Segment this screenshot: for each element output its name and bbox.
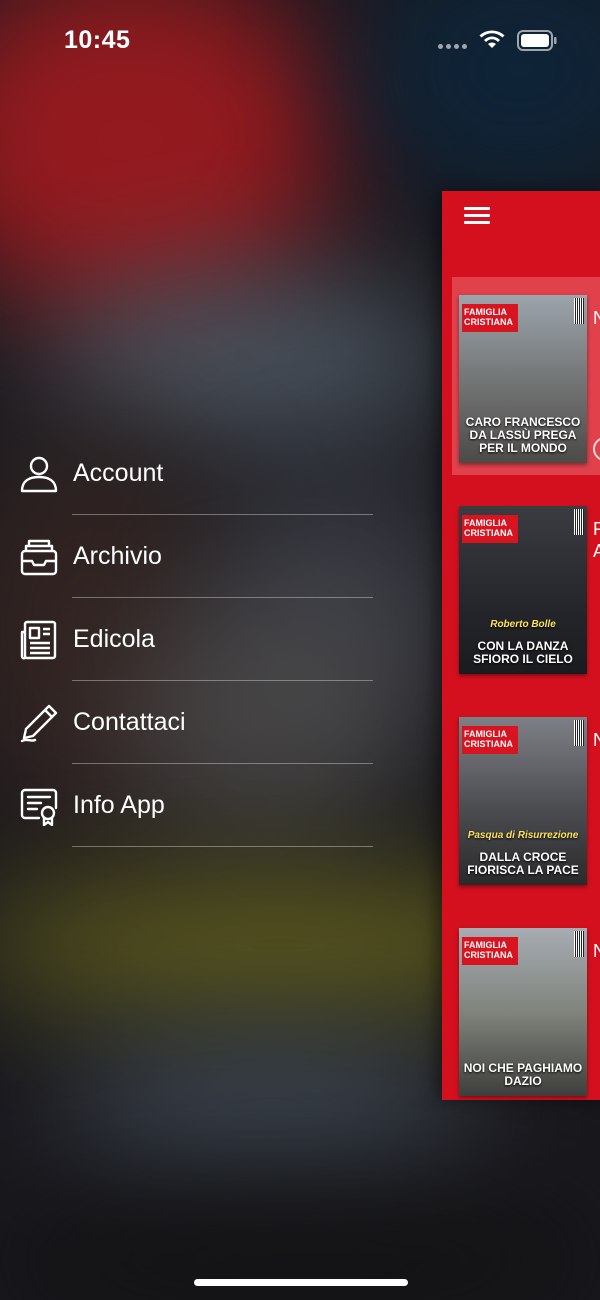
menu-item-edicola[interactable]: Edicola <box>0 598 380 681</box>
magazine-cover: FAMIGLIA CRISTIANA Roberto Bolle CON LA … <box>459 506 587 674</box>
issue-card[interactable]: FAMIGLIA CRISTIANA Pasqua di Risurrezion… <box>452 699 600 897</box>
issue-card[interactable]: FAMIGLIA CRISTIANA Roberto Bolle CON LA … <box>452 488 600 686</box>
hamburger-menu-icon[interactable] <box>464 207 490 227</box>
issue-title-peek: N <box>593 308 600 328</box>
menu-item-account[interactable]: Account <box>0 432 380 515</box>
cover-masthead: FAMIGLIA CRISTIANA <box>462 304 518 332</box>
barcode-icon <box>574 298 584 324</box>
divider <box>72 846 373 847</box>
magazine-cover: FAMIGLIA CRISTIANA CARO FRANCESCO DA LAS… <box>459 295 587 463</box>
status-bar: 10:45 <box>0 0 600 80</box>
certificate-icon <box>18 785 60 827</box>
newspaper-icon <box>18 619 60 661</box>
cover-headline: CARO FRANCESCO DA LASSÙ PREGA PER IL MON… <box>465 415 581 455</box>
download-icon[interactable] <box>593 437 600 461</box>
wifi-icon <box>479 30 505 48</box>
issue-title-peek: N <box>593 730 600 750</box>
battery-icon <box>517 30 557 51</box>
cover-headline: NOI CHE PAGHIAMO DAZIO <box>463 1061 583 1088</box>
person-icon <box>18 453 60 495</box>
menu-item-label: Contattaci <box>73 708 186 736</box>
side-menu: Account Archivio Edicola Contattaci Info… <box>0 432 380 847</box>
cover-masthead: FAMIGLIA CRISTIANA <box>462 515 518 543</box>
cover-headline: CON LA DANZA SFIORO IL CIELO <box>473 639 573 666</box>
cover-kicker: Roberto Bolle <box>490 619 556 630</box>
issue-card[interactable]: FAMIGLIA CRISTIANA CARO FRANCESCO DA LAS… <box>452 277 600 475</box>
menu-item-label: Account <box>73 459 164 487</box>
magazine-cover: FAMIGLIA CRISTIANA NOI CHE PAGHIAMO DAZI… <box>459 928 587 1096</box>
home-indicator[interactable] <box>194 1279 408 1286</box>
cover-headline: DALLA CROCE FIORISCA LA PACE <box>467 850 579 877</box>
cover-masthead: FAMIGLIA CRISTIANA <box>462 726 518 754</box>
issue-card[interactable]: FAMIGLIA CRISTIANA NOI CHE PAGHIAMO DAZI… <box>452 910 600 1100</box>
menu-item-label: Info App <box>73 791 165 819</box>
menu-item-archivio[interactable]: Archivio <box>0 515 380 598</box>
issue-title-peek: N <box>593 941 600 961</box>
cellular-signal-icon <box>438 44 467 49</box>
barcode-icon <box>574 931 584 957</box>
status-time: 10:45 <box>64 26 131 54</box>
menu-item-contattaci[interactable]: Contattaci <box>0 681 380 764</box>
pencil-icon <box>18 702 60 744</box>
barcode-icon <box>574 720 584 746</box>
magazine-cover: FAMIGLIA CRISTIANA Pasqua di Risurrezion… <box>459 717 587 885</box>
cover-masthead: FAMIGLIA CRISTIANA <box>462 937 518 965</box>
archive-tray-icon <box>18 536 60 578</box>
menu-item-label: Edicola <box>73 625 155 653</box>
menu-item-info-app[interactable]: Info App <box>0 764 380 847</box>
barcode-icon <box>574 509 584 535</box>
cover-kicker: Pasqua di Risurrezione <box>467 830 579 841</box>
menu-item-label: Archivio <box>73 542 162 570</box>
main-panel[interactable]: FAMIGLIA CRISTIANA CARO FRANCESCO DA LAS… <box>442 191 600 1100</box>
issue-title-peek: F A <box>593 519 600 561</box>
